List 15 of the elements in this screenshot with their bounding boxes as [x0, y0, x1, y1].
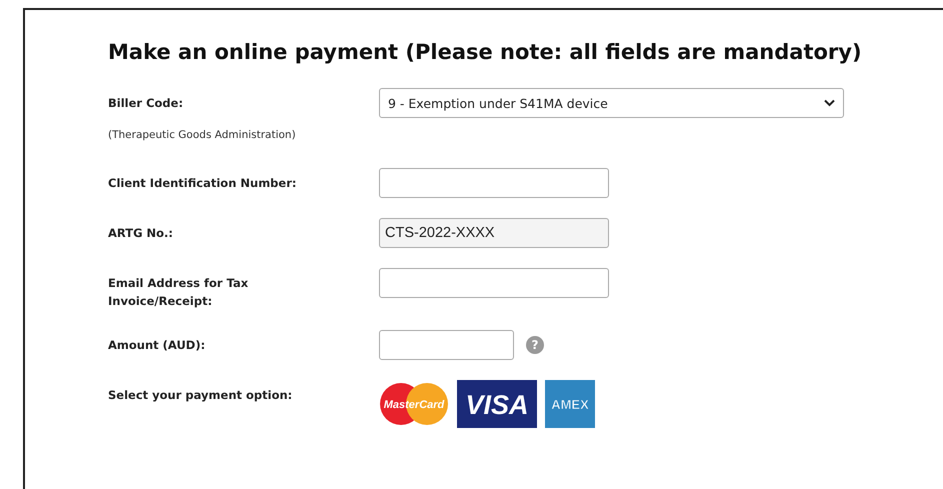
- input-field[interactable]: [379, 168, 609, 198]
- form-title: Make an online payment (Please note: all fields are mandatory): [108, 40, 863, 64]
- field-label: Select your payment option:: [108, 387, 294, 404]
- field-label: Email Address for Tax Invoice/Receipt:: [108, 275, 250, 310]
- field-label: Amount (AUD):: [108, 337, 206, 354]
- field-label: ARTG No.:: [108, 225, 174, 242]
- chevron-icon: [824, 99, 835, 107]
- input-field[interactable]: [379, 330, 514, 360]
- card-logo[interactable]: VISA: [457, 380, 537, 428]
- field-label: Biller Code:: [108, 95, 184, 112]
- input-field[interactable]: CTS-2022-XXXX: [379, 218, 609, 248]
- field-note: (Therapeutic Goods Administration): [108, 128, 297, 143]
- biller-select[interactable]: 9 - Exemption under S41MA device: [379, 88, 844, 118]
- field-label: Client Identification Number:: [108, 175, 298, 192]
- input-field[interactable]: [379, 268, 609, 298]
